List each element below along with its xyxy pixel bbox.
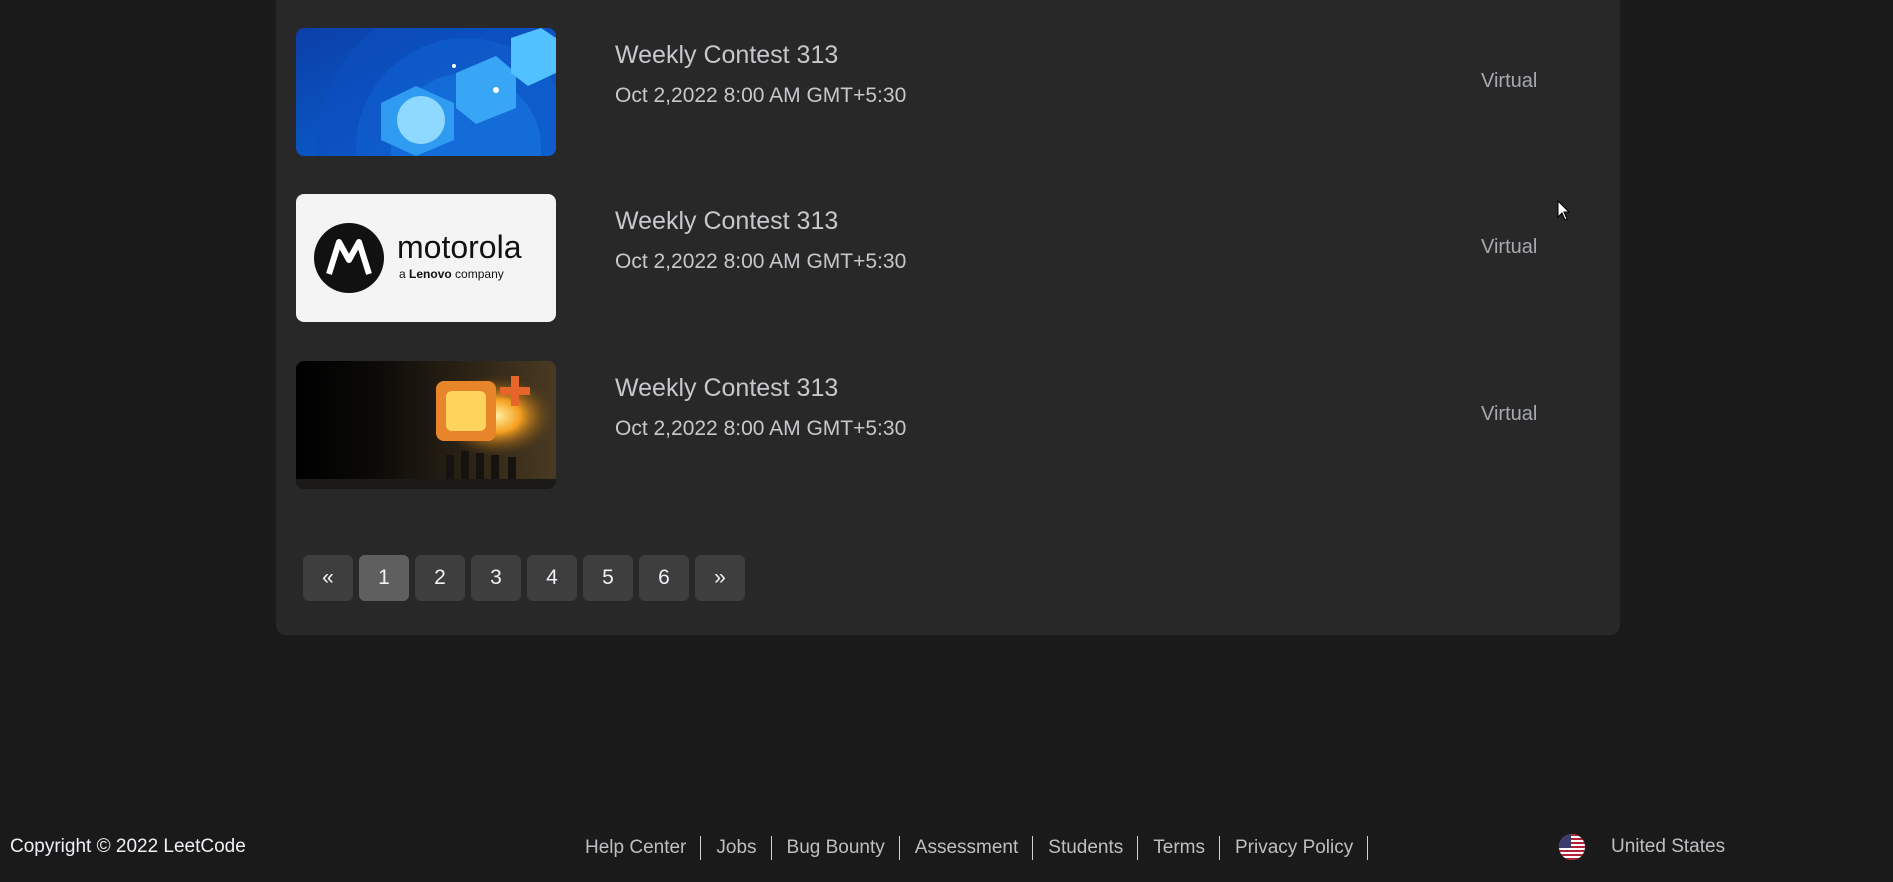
virtual-button[interactable]: Virtual bbox=[1481, 403, 1537, 426]
pagination-page-1[interactable]: 1 bbox=[359, 555, 409, 601]
contest-thumbnail[interactable] bbox=[296, 361, 556, 489]
contest-row[interactable]: motorola a Lenovo company Weekly Contest… bbox=[296, 194, 1600, 322]
contest-title[interactable]: Weekly Contest 313 bbox=[615, 207, 838, 236]
virtual-button[interactable]: Virtual bbox=[1481, 236, 1537, 259]
region-label: United States bbox=[1611, 836, 1726, 857]
footer-link-bug-bounty[interactable]: Bug Bounty bbox=[772, 836, 900, 860]
mouse-cursor-icon bbox=[1557, 200, 1571, 221]
footer-link-assessment[interactable]: Assessment bbox=[900, 836, 1034, 860]
footer-link-terms[interactable]: Terms bbox=[1138, 836, 1220, 860]
us-flag-icon bbox=[1559, 834, 1585, 860]
pagination-page-5[interactable]: 5 bbox=[583, 555, 633, 601]
contest-date: Oct 2,2022 8:00 AM GMT+5:30 bbox=[615, 417, 907, 440]
pagination-next-button[interactable]: » bbox=[695, 555, 745, 601]
footer: Copyright © 2022 LeetCode Help Center Jo… bbox=[0, 824, 1893, 872]
game-scene-illustration bbox=[296, 361, 556, 489]
footer-link-privacy-policy[interactable]: Privacy Policy bbox=[1220, 836, 1369, 860]
contest-row[interactable]: Weekly Contest 313 Oct 2,2022 8:00 AM GM… bbox=[296, 28, 1600, 156]
contest-date: Oct 2,2022 8:00 AM GMT+5:30 bbox=[615, 250, 907, 273]
contest-list-panel: Weekly Contest 313 Oct 2,2022 8:00 AM GM… bbox=[276, 0, 1620, 635]
pagination: « 1 2 3 4 5 6 » bbox=[303, 555, 745, 601]
copyright-text: Copyright © 2022 LeetCode bbox=[10, 836, 246, 857]
abstract-blue-shapes-icon bbox=[296, 28, 556, 156]
contest-title[interactable]: Weekly Contest 313 bbox=[615, 41, 838, 70]
contest-date: Oct 2,2022 8:00 AM GMT+5:30 bbox=[615, 84, 907, 107]
motorola-logo: motorola a Lenovo company bbox=[296, 194, 556, 322]
motorola-wordmark: motorola bbox=[397, 229, 522, 265]
virtual-button[interactable]: Virtual bbox=[1481, 70, 1537, 93]
footer-link-help-center[interactable]: Help Center bbox=[585, 836, 702, 860]
pagination-page-6[interactable]: 6 bbox=[639, 555, 689, 601]
footer-link-students[interactable]: Students bbox=[1033, 836, 1139, 860]
pagination-prev-button[interactable]: « bbox=[303, 555, 353, 601]
contest-thumbnail[interactable]: motorola a Lenovo company bbox=[296, 194, 556, 322]
footer-link-jobs[interactable]: Jobs bbox=[701, 836, 772, 860]
contest-row[interactable]: Weekly Contest 313 Oct 2,2022 8:00 AM GM… bbox=[296, 361, 1600, 489]
pagination-page-3[interactable]: 3 bbox=[471, 555, 521, 601]
footer-links: Help Center Jobs Bug Bounty Assessment S… bbox=[585, 836, 1369, 860]
contest-title[interactable]: Weekly Contest 313 bbox=[615, 374, 838, 403]
pagination-page-4[interactable]: 4 bbox=[527, 555, 577, 601]
region-selector[interactable]: United States bbox=[1559, 834, 1725, 860]
contest-thumbnail[interactable] bbox=[296, 28, 556, 156]
pagination-page-2[interactable]: 2 bbox=[415, 555, 465, 601]
motorola-tagline: a Lenovo company bbox=[399, 267, 504, 281]
